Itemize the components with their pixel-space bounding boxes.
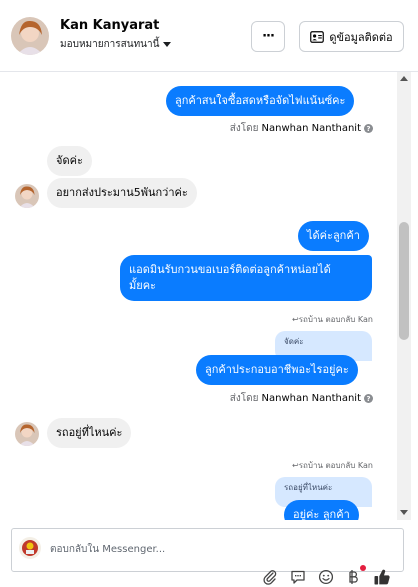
message-outgoing[interactable]: ลูกค้าประกอบอาชีพอะไรอยู่คะ (196, 355, 358, 385)
attach-icon[interactable] (260, 567, 279, 586)
message-line: มั้ยคะ (129, 279, 156, 292)
composer-toolbar (260, 565, 391, 587)
sender-name: Nanwhan Nanthanit (261, 123, 361, 134)
message-outgoing[interactable]: แอดมินรับกวนขอเบอร์ติดต่อลูกค้าหน่อยได้ … (120, 255, 372, 301)
view-contact-info-button[interactable]: ดูข้อมูลติดต่อ (299, 21, 404, 52)
scroll-up-icon[interactable] (400, 76, 408, 81)
info-icon[interactable]: ? (364, 394, 373, 403)
info-icon[interactable]: ? (364, 124, 373, 133)
message-outgoing[interactable]: อยู่ค่ะ ลูกค้า (284, 500, 359, 520)
conversation-header: Kan Kanyarat มอบหมายการสนทนานี้ ··· ดูข้… (0, 0, 418, 72)
contact-name[interactable]: Kan Kanyarat (60, 18, 159, 33)
thread-scrollbar[interactable] (397, 72, 411, 520)
message-incoming[interactable]: อยากส่งประมาน5พันกว่าค่ะ (47, 178, 197, 208)
contact-avatar-small (15, 184, 39, 208)
assign-label: มอบหมายการสนทนานี้ (60, 39, 160, 50)
page-avatar (19, 537, 41, 559)
emoji-icon[interactable] (316, 567, 335, 586)
contact-card-icon (310, 30, 325, 43)
view-contact-info-label: ดูข้อมูลติดต่อ (329, 30, 393, 44)
sent-by-label: ส่งโดย Nanwhan Nanthanit ? (230, 391, 373, 406)
message-line: แอดมินรับกวนขอเบอร์ติดต่อลูกค้าหน่อยได้ (129, 263, 331, 276)
message-outgoing[interactable]: ลูกค้าสนใจซื้อสดหรือจัดไฟแน้นซ์คะ (166, 86, 355, 116)
notification-dot (360, 565, 366, 571)
contact-avatar[interactable] (11, 17, 49, 55)
sent-by-prefix: ส่งโดย (229, 123, 259, 134)
reply-indicator: ↩รถบ้าน ตอบกลับ Kan (292, 461, 373, 470)
like-icon[interactable] (372, 567, 391, 586)
more-icon: ··· (262, 29, 275, 44)
reply-indicator: ↩รถบ้าน ตอบกลับ Kan (292, 315, 373, 324)
more-options-button[interactable]: ··· (251, 21, 285, 52)
scroll-down-icon[interactable] (400, 510, 408, 515)
sent-by-label: ส่งโดย Nanwhan Nanthanit ? (230, 121, 373, 136)
message-incoming[interactable]: จัดค่ะ (47, 146, 92, 176)
caret-down-icon (163, 42, 172, 47)
sender-name: Nanwhan Nanthanit (261, 393, 361, 404)
assign-conversation-dropdown[interactable]: มอบหมายการสนทนานี้ (60, 37, 172, 52)
reply-input[interactable] (50, 541, 370, 557)
scrollbar-thumb[interactable] (399, 222, 409, 340)
message-incoming[interactable]: รถอยู่ที่ไหนค่ะ (47, 418, 132, 448)
contact-avatar-small (15, 422, 39, 446)
sent-by-prefix: ส่งโดย (229, 393, 259, 404)
message-thread[interactable]: ลูกค้าสนใจซื้อสดหรือจัดไฟแน้นซ์คะ ส่งโดย… (0, 72, 397, 520)
message-outgoing[interactable]: ได้ค่ะลูกค้า (298, 221, 369, 251)
saved-reply-icon[interactable] (288, 567, 307, 586)
currency-icon[interactable] (344, 565, 366, 586)
